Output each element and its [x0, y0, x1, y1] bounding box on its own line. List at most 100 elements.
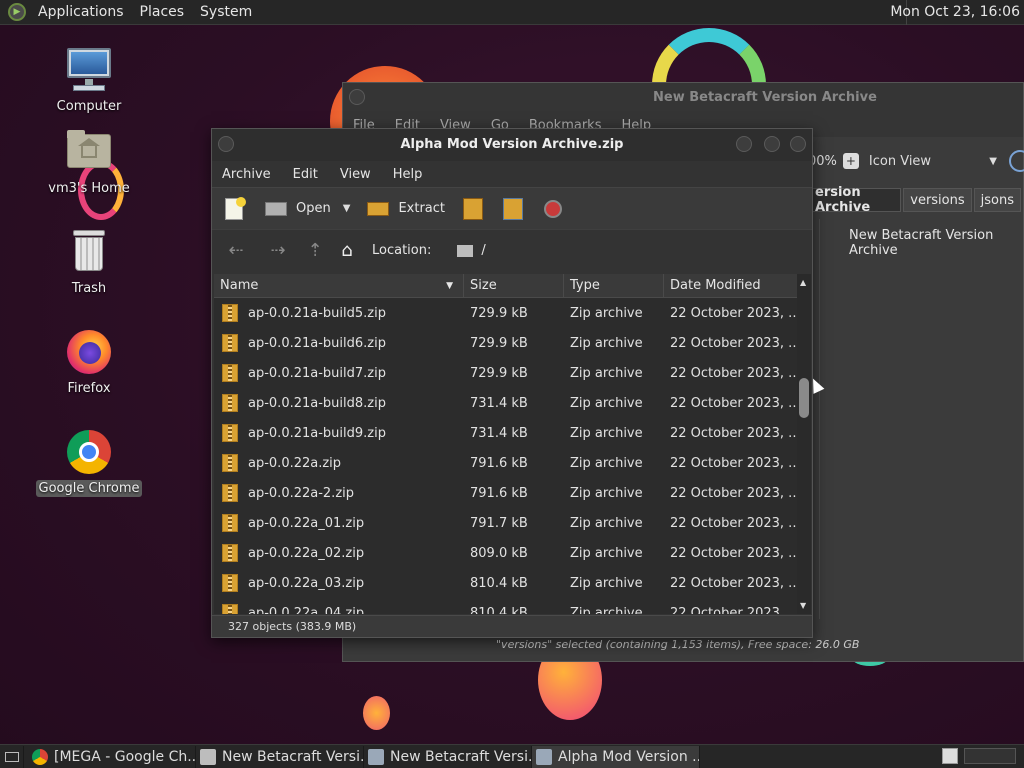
menu-edit[interactable]: Edit: [293, 167, 318, 182]
system-menu[interactable]: System: [192, 4, 260, 20]
home-icon[interactable]: ⌂: [336, 239, 358, 263]
desktop-icon-home[interactable]: vm3's Home: [34, 128, 144, 197]
scroll-down-icon[interactable]: ▼: [800, 601, 806, 610]
location-field[interactable]: /: [457, 243, 486, 258]
vertical-scrollbar[interactable]: ▲ ▼: [797, 274, 811, 614]
folder-icon: [457, 244, 474, 257]
view-toolbar: 00% + Icon View ▼: [808, 149, 1024, 173]
zip-file-icon: [222, 394, 238, 412]
location-bar: ⇠ ⇢ ⇡ ⌂ Location: /: [212, 229, 812, 271]
back-arrow-icon[interactable]: ⇠: [220, 239, 252, 263]
folder-item[interactable]: New Betacraft Version Archive: [849, 228, 1023, 258]
search-icon[interactable]: [1008, 150, 1024, 172]
file-name: ap-0.0.22a.zip: [248, 455, 342, 471]
file-name: ap-0.0.21a-build7.zip: [248, 365, 386, 381]
path-button-jsons[interactable]: jsons: [973, 188, 1021, 212]
file-row[interactable]: ap-0.0.21a-build8.zip 731.4 kB Zip archive…: [214, 388, 798, 418]
desktop-icon-firefox[interactable]: Firefox: [34, 328, 144, 397]
file-type: Zip archive: [570, 395, 643, 411]
minimize-button[interactable]: [736, 136, 752, 152]
menu-help[interactable]: Help: [393, 167, 423, 182]
path-button-current[interactable]: ersion Archive: [808, 185, 902, 215]
stop-icon[interactable]: [541, 197, 565, 221]
taskbar-button[interactable]: New Betacraft Versi...: [364, 745, 532, 768]
column-header-type[interactable]: Type: [564, 274, 664, 297]
column-header-name[interactable]: Name ▼: [214, 274, 464, 297]
window-titlebar[interactable]: Alpha Mod Version Archive.zip: [212, 129, 812, 161]
places-menu[interactable]: Places: [132, 4, 193, 20]
forward-arrow-icon[interactable]: ⇢: [262, 239, 294, 263]
file-name: ap-0.0.21a-build9.zip: [248, 425, 386, 441]
file-name: ap-0.0.22a_01.zip: [248, 515, 365, 531]
scroll-up-icon[interactable]: ▲: [800, 278, 806, 287]
archive-manager-window[interactable]: Alpha Mod Version Archive.zip Archive Ed…: [211, 128, 813, 638]
new-archive-icon[interactable]: [222, 196, 246, 221]
view-mode-select[interactable]: Icon View ▼: [869, 149, 997, 173]
file-row[interactable]: ap-0.0.21a-build5.zip 729.9 kB Zip archive…: [214, 298, 798, 328]
desktop-icon-label: Firefox: [67, 381, 111, 396]
file-row[interactable]: ap-0.0.21a-build6.zip 729.9 kB Zip archive…: [214, 328, 798, 358]
file-name-cell: ap-0.0.21a-build9.zip: [214, 424, 464, 442]
file-row[interactable]: ap-0.0.22a_01.zip 791.7 kB Zip archive 22 O…: [214, 508, 798, 538]
up-arrow-icon[interactable]: ⇡: [304, 239, 326, 263]
open-button[interactable]: Open: [264, 197, 331, 221]
file-row[interactable]: ap-0.0.21a-build9.zip 731.4 kB Zip archive…: [214, 418, 798, 448]
taskbar: [MEGA - Google Ch... New Betacraft Versi.…: [0, 744, 1024, 768]
distro-logo-icon[interactable]: ▶: [8, 3, 26, 21]
desktop-icon-chrome[interactable]: Google Chrome: [34, 428, 144, 497]
maximize-button[interactable]: [764, 136, 780, 152]
file-name-cell: ap-0.0.22a.zip: [214, 454, 464, 472]
desktop-icon-label: Computer: [56, 99, 122, 114]
file-type: Zip archive: [570, 305, 643, 321]
file-row[interactable]: ap-0.0.21a-build7.zip 729.9 kB Zip archive…: [214, 358, 798, 388]
file-row[interactable]: ap-0.0.22a-2.zip 791.6 kB Zip archive 22 Oc…: [214, 478, 798, 508]
zip-file-icon: [222, 604, 238, 614]
zip-file-icon: [222, 334, 238, 352]
taskbar-button[interactable]: New Betacraft Versi...: [196, 745, 364, 768]
view-mode-value: Icon View: [868, 153, 932, 169]
add-files-icon[interactable]: [461, 197, 485, 221]
file-size: 791.6 kB: [470, 485, 528, 501]
zip-file-icon: [222, 424, 238, 442]
applications-menu[interactable]: Applications: [30, 4, 132, 20]
column-header-size[interactable]: Size: [464, 274, 564, 297]
clock[interactable]: Mon Oct 23, 16:06: [890, 4, 1020, 20]
file-row[interactable]: ap-0.0.22a_03.zip 810.4 kB Zip archive 22 O…: [214, 568, 798, 598]
file-date: 22 October 2023, ...: [670, 305, 798, 321]
add-folder-icon[interactable]: [501, 197, 525, 221]
desktop-icon-label: vm3's Home: [48, 181, 130, 196]
column-date-label: Date Modified: [670, 278, 761, 293]
file-row[interactable]: ap-0.0.22a_02.zip 809.0 kB Zip archive 22 O…: [214, 538, 798, 568]
window-title: New Betacraft Version Archive: [653, 90, 877, 105]
desktop-icon-trash[interactable]: Trash: [34, 228, 144, 297]
file-list[interactable]: Name ▼ Size Type Date Modified ap-0.0.21…: [214, 274, 798, 614]
file-size: 729.9 kB: [470, 305, 528, 321]
file-name-cell: ap-0.0.22a_03.zip: [214, 574, 464, 592]
file-date: 22 October 2023, ...: [670, 605, 798, 615]
column-size-label: Size: [470, 278, 497, 293]
taskbar-button[interactable]: [MEGA - Google Ch...: [28, 745, 196, 768]
path-button-versions[interactable]: versions: [903, 188, 972, 212]
file-name-cell: ap-0.0.22a_04.zip: [214, 604, 464, 614]
desktop-icon-label: Google Chrome: [35, 480, 143, 497]
scrollbar-thumb[interactable]: [799, 378, 809, 418]
show-desktop-icon[interactable]: [0, 745, 24, 768]
window-menu-button[interactable]: [349, 89, 365, 105]
close-button[interactable]: [790, 136, 806, 152]
extract-button[interactable]: Extract: [366, 197, 445, 221]
zoom-in-icon[interactable]: +: [842, 153, 859, 169]
window-titlebar[interactable]: New Betacraft Version Archive: [343, 83, 1023, 113]
sort-desc-icon: ▼: [446, 280, 453, 291]
file-row[interactable]: ap-0.0.22a.zip 791.6 kB Zip archive 22 Octo…: [214, 448, 798, 478]
workspace-switcher[interactable]: [942, 748, 958, 764]
chrome-icon: [65, 428, 113, 476]
menu-archive[interactable]: Archive: [222, 167, 271, 182]
taskbar-button[interactable]: Alpha Mod Version ...: [532, 745, 700, 768]
column-header-date[interactable]: Date Modified: [664, 274, 798, 297]
desktop-icon-computer[interactable]: Computer: [34, 46, 144, 115]
open-dropdown-icon[interactable]: ▼: [343, 203, 351, 214]
menu-view[interactable]: View: [340, 167, 371, 182]
workspace-switcher-empty[interactable]: [964, 748, 1016, 764]
file-date: 22 October 2023, ...: [670, 395, 798, 411]
file-row[interactable]: ap-0.0.22a_04.zip 810.4 kB Zip archive 22 O…: [214, 598, 798, 614]
